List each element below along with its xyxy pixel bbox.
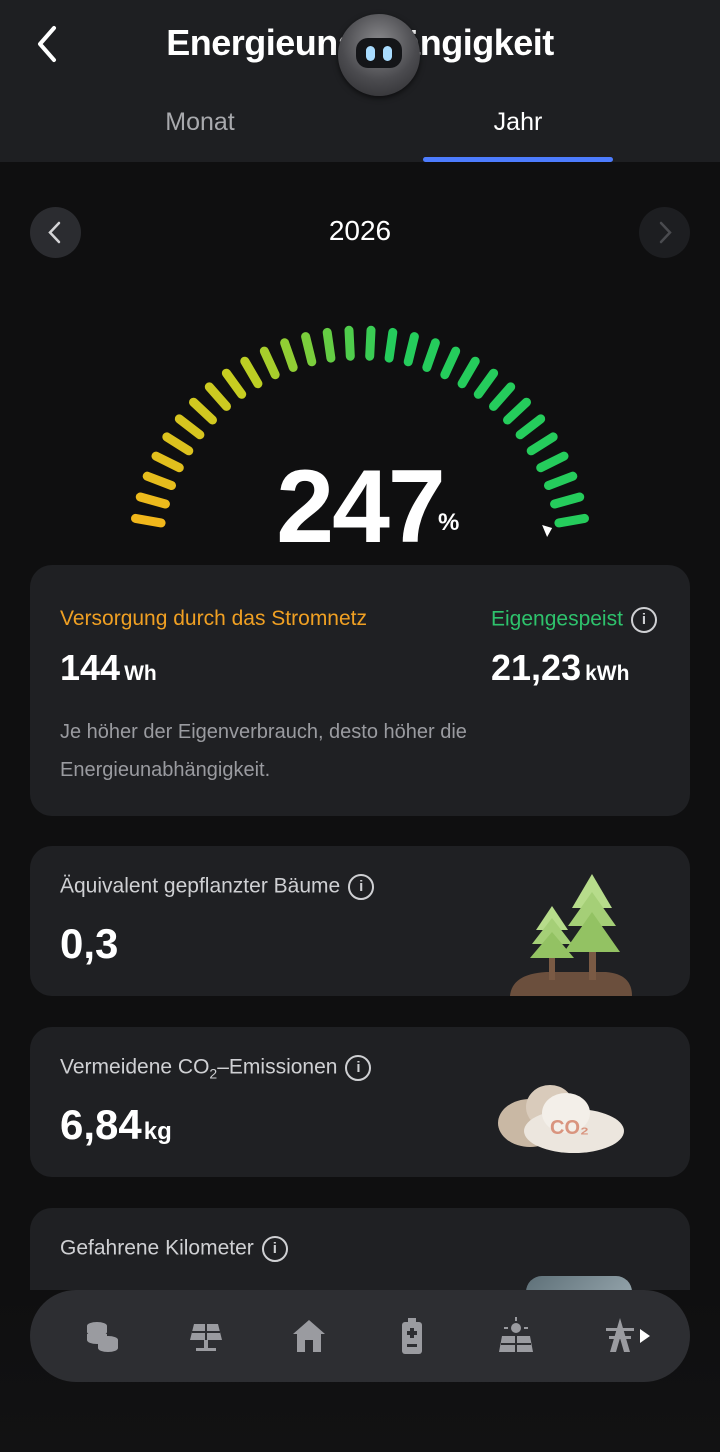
gauge-segment — [174, 414, 205, 440]
self-fed-label: Eigengespeist — [491, 607, 623, 631]
gauge-segment — [301, 332, 317, 367]
tab-month[interactable]: Monat — [75, 108, 325, 137]
trees-value: 0,3 — [60, 920, 119, 967]
gauge-segment — [280, 338, 298, 372]
gauge-segment — [344, 325, 355, 361]
co2-cloud-icon: CO₂ — [496, 1081, 630, 1161]
trees-label: Äquivalent gepflanzter Bäume — [60, 874, 341, 898]
sun-panel-icon[interactable] — [496, 1316, 536, 1356]
grid-supply-value: 144 — [60, 647, 121, 688]
gauge-segment — [240, 356, 263, 389]
co2-card: Vermeidene CO2–Emissionen i 6,84kg CO₂ — [30, 1027, 690, 1177]
grid-supply-label: Versorgung durch das Stromnetz — [60, 607, 368, 630]
grid-supply-unit: Wh — [124, 662, 157, 685]
grid-supply-value-row: 144 Wh — [60, 647, 157, 689]
co2-unit: kg — [143, 1118, 172, 1145]
gauge-segment — [189, 397, 217, 425]
co2-cloud-text: CO₂ — [550, 1117, 589, 1139]
co2-value-row: 6,84kg — [60, 1101, 172, 1149]
co2-label-suffix: –Emissionen — [217, 1055, 338, 1079]
trees-card: Äquivalent gepflanzter Bäume i 0,3 — [30, 846, 690, 996]
gauge-segment — [440, 346, 461, 380]
gauge-segment — [322, 327, 336, 363]
self-fed-value: 21,23 — [491, 647, 582, 688]
co2-label-prefix: Vermeidene CO — [60, 1055, 210, 1079]
gauge-segment — [384, 327, 398, 363]
previous-year-button[interactable] — [30, 207, 81, 258]
home-icon[interactable] — [289, 1316, 329, 1356]
gauge-segment — [221, 368, 247, 399]
info-icon[interactable]: i — [345, 1055, 372, 1081]
gauge-value: 247 — [276, 449, 446, 565]
self-fed-label-row: Eigengespeist i — [491, 607, 657, 633]
info-icon[interactable]: i — [630, 607, 657, 633]
supply-card: Versorgung durch das Stromnetz 144 Wh Eig… — [30, 565, 690, 816]
gauge-unit: % — [438, 509, 460, 536]
co2-value: 6,84 — [60, 1101, 142, 1148]
gauge-segment — [503, 397, 531, 425]
gauge-segment — [204, 382, 231, 411]
battery-icon[interactable] — [392, 1316, 432, 1356]
gauge-segment — [457, 356, 480, 389]
self-fed-value-row: 21,23 kWh — [491, 647, 629, 689]
active-tab-indicator — [423, 157, 613, 162]
info-icon[interactable]: i — [348, 874, 375, 900]
next-year-button[interactable] — [639, 207, 690, 258]
kilometers-label: Gefahrene Kilometer — [60, 1236, 254, 1260]
trees-illustration-icon — [510, 874, 632, 996]
gauge-segment — [259, 346, 280, 380]
solar-panel-icon[interactable] — [186, 1316, 226, 1356]
trees-label-row: Äquivalent gepflanzter Bäume i — [60, 874, 375, 900]
info-icon[interactable]: i — [261, 1236, 288, 1262]
gauge-segment — [422, 338, 440, 372]
year-label: 2026 — [328, 215, 392, 246]
co2-label-row: Vermeidene CO2–Emissionen i — [60, 1055, 372, 1082]
kilometers-label-row: Gefahrene Kilometer i — [60, 1236, 288, 1262]
gauge-segment — [403, 332, 419, 367]
bottom-nav-bar — [30, 1290, 690, 1382]
self-fed-unit: kWh — [585, 662, 630, 685]
gauge-segment — [515, 414, 546, 440]
coins-icon[interactable] — [82, 1316, 122, 1356]
grid-tower-icon[interactable] — [600, 1316, 640, 1356]
supply-description: Je höher der Eigenverbrauch, desto höher… — [60, 721, 467, 781]
tab-year[interactable]: Jahr — [393, 108, 643, 137]
chevron-right-icon[interactable] — [638, 1327, 652, 1350]
gauge-segment — [473, 368, 499, 399]
assistant-robot-icon[interactable] — [338, 14, 420, 96]
gauge-segment — [365, 325, 376, 361]
gauge-segment — [489, 382, 516, 411]
